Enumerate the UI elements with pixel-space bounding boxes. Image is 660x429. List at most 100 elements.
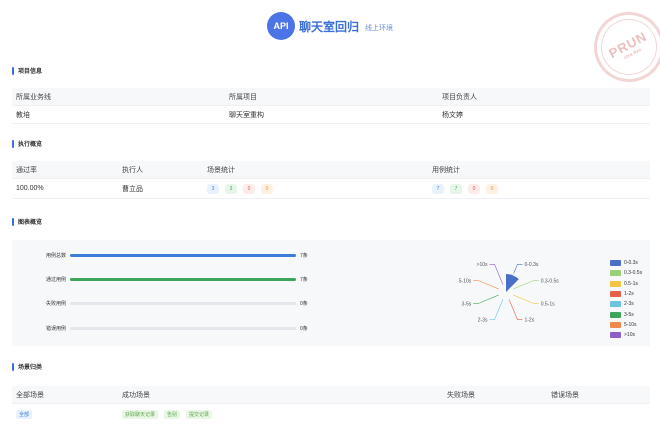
legend-item[interactable]: 2-3s bbox=[610, 299, 642, 309]
table-cell: 杨文婷 bbox=[442, 111, 463, 119]
tab-failed-scenes[interactable]: 失败场景 bbox=[443, 390, 547, 400]
pie-slice bbox=[506, 274, 519, 292]
scene-fail-badge: 0 bbox=[243, 183, 255, 194]
all-scenes-tag[interactable]: 全部 bbox=[16, 409, 33, 419]
environment-label: 线上环境 bbox=[365, 25, 393, 32]
legend-swatch-icon bbox=[610, 260, 621, 267]
api-logo-icon: API bbox=[266, 12, 295, 40]
scene-summary-table: 全部场景 成功场景 失败场景 错误场景 全部 获取聊天记录 告别 提交记录 bbox=[12, 386, 650, 424]
bar-row: 失败用例 0条 bbox=[12, 298, 312, 308]
table-header-row: 通过率 执行人 场景统计 用例统计 bbox=[12, 161, 650, 179]
pie-label: 0-0.3s bbox=[524, 262, 538, 268]
tab-error-scenes[interactable]: 错误场景 bbox=[547, 390, 650, 400]
scene-tag[interactable]: 告别 bbox=[163, 409, 180, 419]
legend-swatch-icon bbox=[610, 311, 621, 318]
pie-leader-line bbox=[473, 280, 499, 290]
section-execution: 执行概览 bbox=[12, 139, 42, 148]
case-error-badge: 0 bbox=[486, 183, 498, 194]
legend-label: 3-5s bbox=[624, 311, 634, 318]
pie-leader-line bbox=[489, 299, 504, 321]
all-scenes-cell: 全部 bbox=[12, 409, 118, 419]
legend-label: 0.3-0.5s bbox=[624, 270, 643, 277]
section-marker-icon bbox=[12, 139, 14, 148]
duration-pie-chart: 0-0.3s 0.3-0.5s 0.5-1s 1-2s 2-3s 3-5s 5-10s >10… bbox=[459, 262, 560, 324]
section-marker-icon bbox=[12, 66, 14, 75]
tab-all-scenes[interactable]: 全部场景 bbox=[12, 390, 118, 400]
pie-label: >10s bbox=[477, 262, 488, 268]
bar-value-label: 7条 bbox=[300, 252, 308, 259]
table-header-cell: 用例统计 bbox=[432, 166, 460, 174]
table-row: 教培 聊天室重构 杨文婷 bbox=[12, 106, 650, 124]
table-cell: 聊天室重构 bbox=[229, 111, 264, 119]
bar-value-label: 7条 bbox=[300, 276, 308, 283]
scene-stats: 3 3 0 0 bbox=[203, 183, 428, 194]
pie-leader-line bbox=[513, 294, 539, 304]
bar-fill bbox=[70, 277, 296, 281]
legend-item[interactable]: 0.3-0.5s bbox=[610, 268, 642, 278]
pie-leader-line bbox=[508, 299, 523, 321]
section-title-text: 场景归类 bbox=[18, 365, 43, 371]
legend-item[interactable]: >10s bbox=[610, 330, 642, 340]
pie-label: 1-2s bbox=[524, 318, 534, 324]
bar-track bbox=[70, 277, 296, 281]
bar-value-label: 0条 bbox=[300, 300, 308, 307]
pass-rate-value: 100.00% bbox=[16, 185, 44, 192]
report-title: 聊天室回归 bbox=[298, 19, 359, 34]
table-row: 全部 获取聊天记录 告别 提交记录 bbox=[12, 404, 650, 424]
table-header-cell: 场景统计 bbox=[207, 166, 235, 174]
chart-area: 用例总数 7条 通过用例 7条 失败用例 0条 错误用例 0条 0-0.3s 0.3-0.5s 0… bbox=[12, 240, 650, 346]
legend-item[interactable]: 3-5s bbox=[610, 309, 642, 319]
report-header: API 聊天室回归 线上环境 bbox=[0, 0, 660, 52]
scene-pass-badge: 3 bbox=[225, 183, 237, 194]
pie-leader-line bbox=[489, 263, 504, 285]
legend-label: 1-2s bbox=[624, 291, 634, 298]
legend-item[interactable]: 5-10s bbox=[610, 320, 642, 330]
scene-total-badge: 3 bbox=[207, 183, 219, 194]
case-pass-badge: 7 bbox=[450, 183, 462, 194]
legend-swatch-icon bbox=[610, 280, 621, 287]
legend-item[interactable]: 1-2s bbox=[610, 289, 642, 299]
project-info-table: 所属业务线 所属项目 项目负责人 教培 聊天室重构 杨文婷 bbox=[12, 88, 650, 124]
pie-label: 0.3-0.5s bbox=[541, 278, 560, 284]
bar-row: 用例总数 7条 bbox=[12, 250, 312, 260]
legend-label: 0.5-1s bbox=[624, 280, 638, 287]
section-scenes: 场景归类 bbox=[12, 362, 42, 371]
table-header-cell: 通过率 bbox=[16, 166, 37, 174]
table-cell: 教培 bbox=[16, 111, 30, 119]
section-charts: 图表概览 bbox=[12, 217, 42, 226]
section-title-text: 执行概览 bbox=[18, 142, 43, 148]
legend-label: 5-10s bbox=[624, 321, 637, 328]
section-marker-icon bbox=[12, 362, 14, 371]
success-scenes-cell: 获取聊天记录 告别 提交记录 bbox=[118, 409, 443, 419]
bar-row: 错误用例 0条 bbox=[12, 323, 312, 333]
legend-label: 0-0.3s bbox=[624, 260, 638, 267]
bar-label: 用例总数 bbox=[45, 252, 66, 259]
pie-leader-line bbox=[473, 294, 499, 304]
scene-tag[interactable]: 获取聊天记录 bbox=[122, 409, 159, 419]
pie-label: 0.5-1s bbox=[541, 301, 555, 307]
legend-item[interactable]: 0.5-1s bbox=[610, 279, 642, 289]
scene-tag[interactable]: 提交记录 bbox=[185, 409, 212, 419]
bar-value-label: 0条 bbox=[300, 325, 308, 332]
table-header-cell: 所属项目 bbox=[229, 93, 257, 101]
executor-value: 曹立品 bbox=[122, 185, 143, 193]
table-header-cell: 所属业务线 bbox=[16, 93, 51, 101]
bar-track bbox=[70, 326, 296, 330]
tab-success-scenes[interactable]: 成功场景 bbox=[118, 390, 443, 400]
duration-legend: 0-0.3s 0.3-0.5s 0.5-1s 1-2s 2-3s 3-5s 5-10s >10… bbox=[610, 258, 642, 340]
table-header-row: 全部场景 成功场景 失败场景 错误场景 bbox=[12, 386, 650, 404]
case-fail-badge: 0 bbox=[468, 183, 480, 194]
pie-leader-line bbox=[513, 280, 539, 290]
bar-track bbox=[70, 253, 296, 257]
execution-table: 通过率 执行人 场景统计 用例统计 100.00% 曹立品 3 3 0 0 7 … bbox=[12, 161, 650, 199]
table-row: 100.00% 曹立品 3 3 0 0 7 7 0 0 bbox=[12, 179, 650, 199]
pie-label: 3-5s bbox=[462, 301, 472, 307]
bar-label: 失败用例 bbox=[45, 300, 66, 307]
legend-swatch-icon bbox=[610, 270, 621, 277]
section-title-text: 图表概览 bbox=[18, 220, 43, 226]
bar-label: 通过用例 bbox=[45, 276, 66, 283]
legend-label: 2-3s bbox=[624, 301, 634, 308]
legend-item[interactable]: 0-0.3s bbox=[610, 258, 642, 268]
legend-swatch-icon bbox=[610, 332, 621, 339]
bar-label: 错误用例 bbox=[45, 325, 66, 332]
